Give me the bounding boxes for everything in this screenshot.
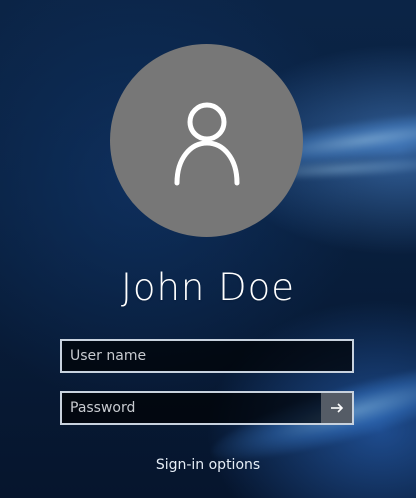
username-input[interactable] [62, 341, 352, 371]
password-input[interactable] [62, 393, 321, 423]
person-icon [174, 102, 239, 185]
signin-options-link[interactable]: Sign-in options [0, 455, 416, 475]
username-field[interactable] [60, 339, 354, 373]
user-avatar [110, 44, 303, 237]
arrow-right-icon [330, 403, 343, 413]
user-display-name: John Doe [120, 266, 296, 309]
password-field[interactable] [60, 391, 354, 425]
submit-button[interactable] [321, 393, 352, 423]
